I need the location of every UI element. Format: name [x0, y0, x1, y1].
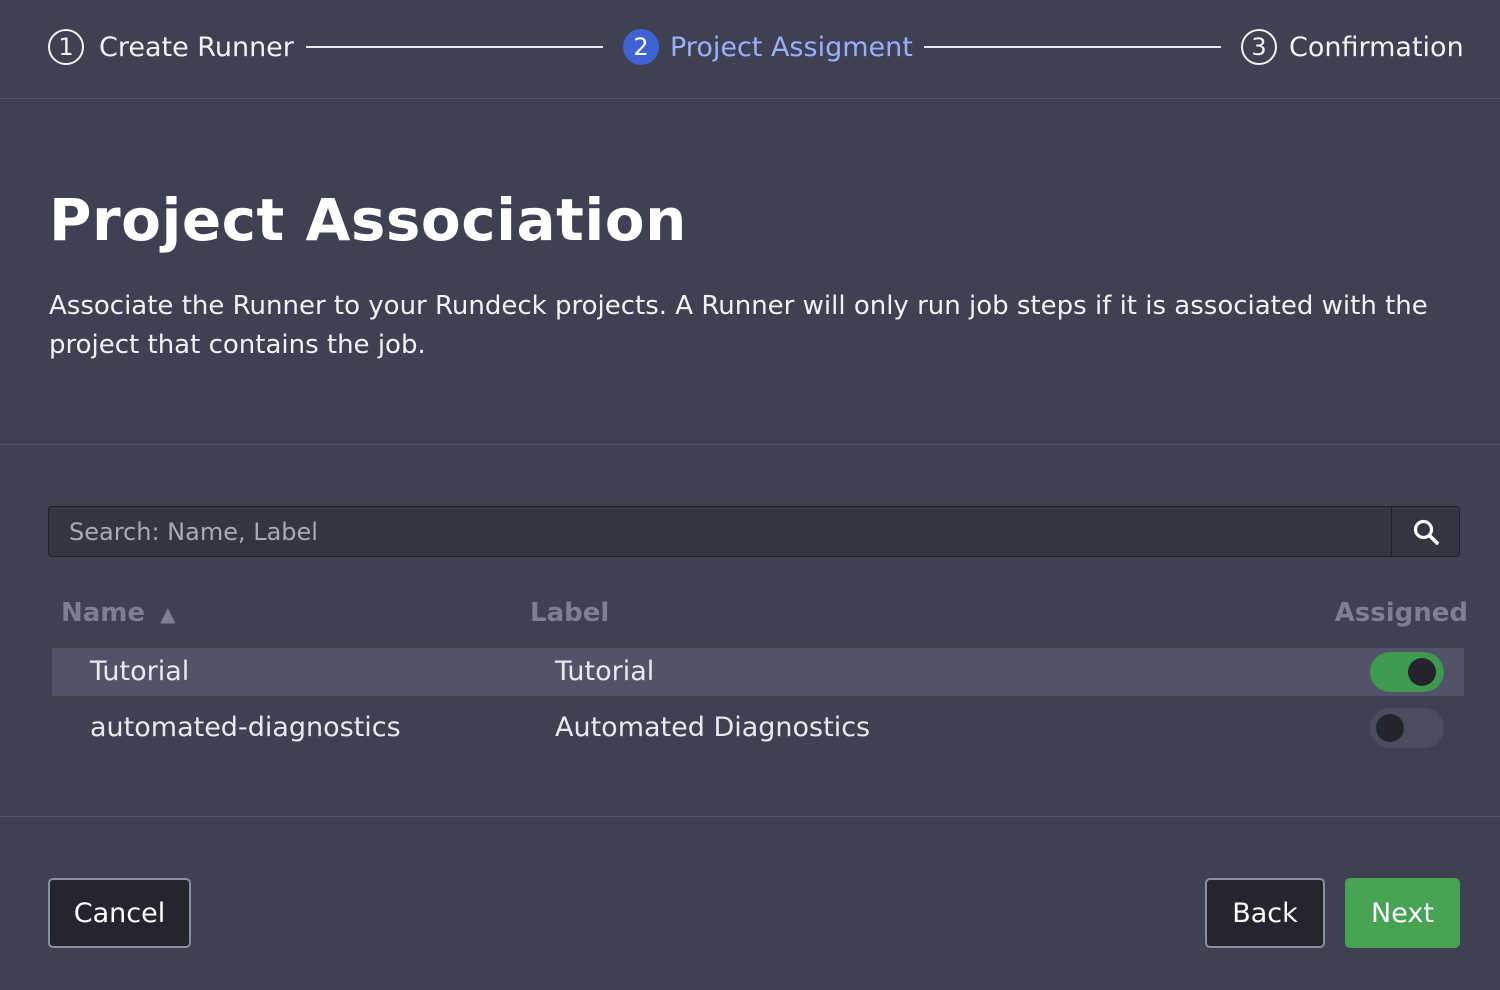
- page-description: Associate the Runner to your Rundeck pro…: [49, 291, 1428, 360]
- column-header-name-label: Name: [61, 598, 146, 628]
- project-name: Tutorial: [90, 656, 190, 687]
- project-name: automated-diagnostics: [90, 712, 401, 743]
- step-connector: [924, 46, 1221, 48]
- step-confirmation[interactable]: 3 Confirmation: [1241, 27, 1464, 67]
- step-number: 2: [623, 29, 659, 65]
- table-row[interactable]: automated-diagnostics Automated Diagnost…: [52, 704, 1464, 752]
- toggle-knob: [1376, 714, 1404, 742]
- section-divider: [0, 816, 1500, 817]
- step-label: Project Assigment: [670, 31, 913, 63]
- wizard-stepper: 1 Create Runner 2 Project Assigment 3 Co…: [0, 0, 1500, 99]
- search-icon: [1413, 519, 1439, 545]
- section-divider: [0, 444, 1500, 445]
- page-title: Project Association: [49, 186, 687, 254]
- next-button[interactable]: Next: [1345, 878, 1460, 948]
- search-button[interactable]: [1391, 507, 1459, 556]
- step-project-assignment[interactable]: 2 Project Assigment: [623, 27, 913, 67]
- step-label: Confirmation: [1289, 31, 1464, 63]
- step-connector: [306, 46, 603, 48]
- table-row[interactable]: Tutorial Tutorial: [52, 648, 1464, 696]
- search-input[interactable]: [49, 507, 1391, 556]
- search-bar: [48, 506, 1460, 557]
- toggle-knob: [1408, 658, 1436, 686]
- sort-ascending-icon: ▲: [160, 602, 176, 626]
- assigned-toggle[interactable]: [1370, 708, 1444, 748]
- step-create-runner[interactable]: 1 Create Runner: [48, 27, 294, 67]
- column-header-name[interactable]: Name ▲: [61, 598, 175, 628]
- project-label: Automated Diagnostics: [555, 712, 871, 743]
- assigned-toggle[interactable]: [1370, 652, 1444, 692]
- step-number: 3: [1241, 29, 1277, 65]
- step-label: Create Runner: [99, 31, 294, 63]
- step-number: 1: [48, 29, 84, 65]
- column-header-assigned[interactable]: Assigned: [1335, 598, 1468, 628]
- project-label: Tutorial: [555, 656, 655, 687]
- back-button[interactable]: Back: [1205, 878, 1325, 948]
- column-header-label[interactable]: Label: [530, 598, 609, 628]
- cancel-button[interactable]: Cancel: [48, 878, 191, 948]
